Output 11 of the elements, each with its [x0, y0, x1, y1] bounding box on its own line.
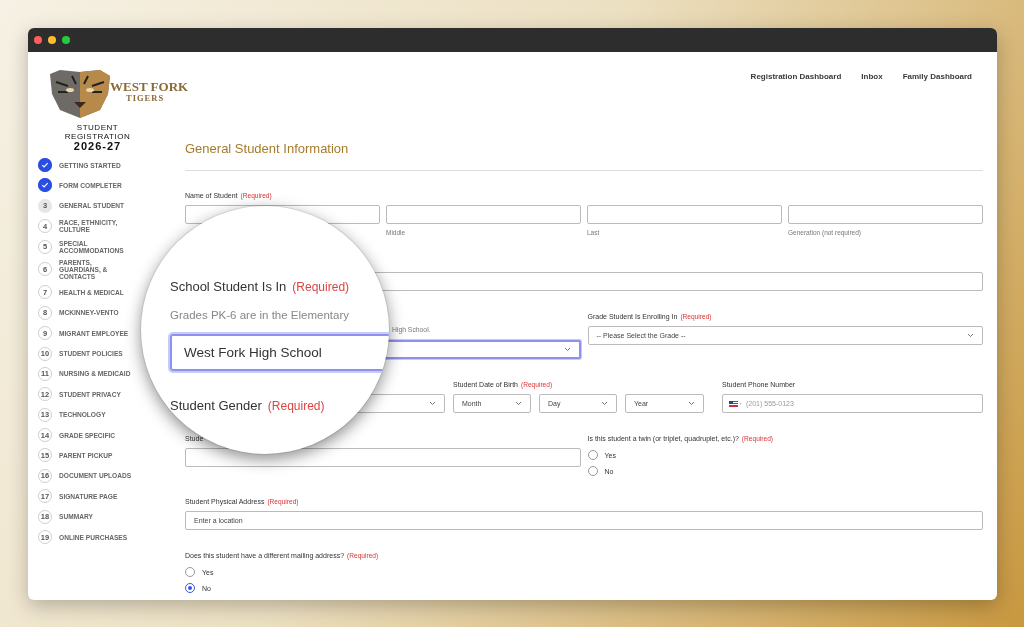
field-label: Student Gender [170, 398, 262, 413]
field-hint: Grades PK-6 are in the Elementary [170, 308, 349, 323]
section-title: General Student Information [185, 141, 350, 157]
required-note: (Required) [267, 399, 325, 413]
required-note: (Required) [292, 280, 350, 294]
field-label: School Student Is In [170, 279, 287, 294]
registration-title: REGISTRATION [64, 132, 131, 141]
registration-title: STUDENT [76, 123, 119, 132]
logo-subtext: TIGERS [126, 93, 165, 103]
registration-title: 2026-27 [73, 141, 122, 152]
logo-text: WEST FORK [110, 79, 189, 95]
